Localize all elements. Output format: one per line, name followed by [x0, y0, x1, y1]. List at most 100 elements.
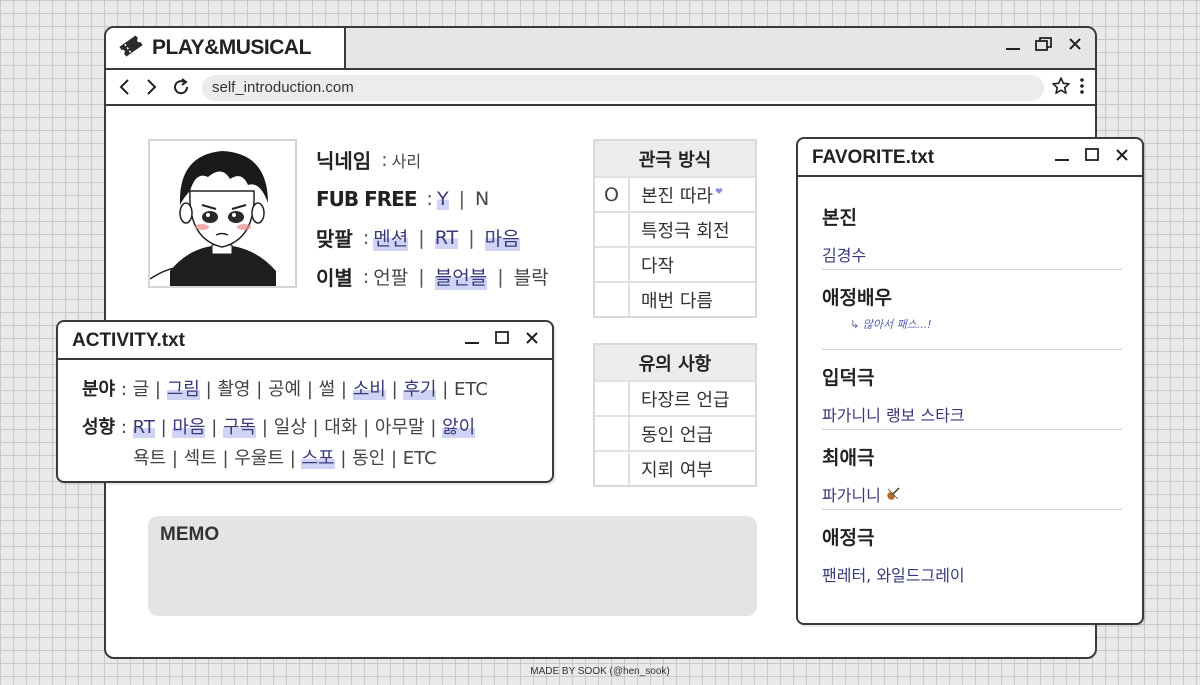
farewell-row: 이별 : 언팔 | 블언블 | 블락: [316, 257, 549, 296]
favorite-title: FAVORITE.txt: [812, 147, 935, 168]
field-row: 분야 : 글 | 그림 | 촬영 | 공예 | 썰 | 소비 | 후기 | ET…: [82, 379, 488, 400]
heart-icon: [715, 179, 723, 200]
follow-label: 맞팔: [316, 227, 353, 251]
row-mark: [595, 283, 630, 316]
best-value: 파가니니: [822, 486, 881, 505]
table-row: O 본진 따라: [595, 176, 755, 211]
nav-buttons: [118, 76, 192, 102]
separator: :: [356, 265, 370, 288]
close-icon[interactable]: [524, 330, 540, 350]
divider: [822, 349, 1122, 350]
field-item: 그림: [166, 379, 200, 400]
row-text: 본진 따라: [630, 178, 755, 211]
activity-window: ACTIVITY.txt 분야 : 글 | 그림 | 촬영 | 공예 | 썰 |…: [56, 320, 554, 483]
field-item: 소비: [352, 379, 386, 400]
tab-title: PLAY&MUSICAL: [152, 36, 311, 59]
table-row: 특정극 회전: [595, 211, 755, 246]
footer-credit: MADE BY SOOK (@hen_sook): [530, 666, 670, 677]
table-row: 지뢰 여부: [595, 450, 755, 485]
row-text: 동인 언급: [641, 424, 713, 446]
memo-box[interactable]: MEMO: [148, 516, 757, 616]
farewell-opt-block: 블락: [513, 267, 549, 289]
nickname-label: 닉네임: [316, 149, 372, 173]
fub-yes: Y: [436, 187, 449, 210]
row-mark: [595, 382, 630, 415]
activity-title: ACTIVITY.txt: [72, 330, 185, 351]
loved-section: 애정극 팬레터, 와일드그레이: [822, 523, 1122, 586]
tendency-item: RT: [132, 417, 155, 438]
tendency-item: ETC: [402, 448, 437, 469]
minimize-icon[interactable]: [1054, 147, 1070, 167]
follow-opt-mention: 멘션: [373, 224, 409, 251]
entry-value: 파가니니 랭보 스타크: [822, 406, 965, 425]
more-menu-icon[interactable]: [1079, 76, 1085, 100]
farewell-opt-softblock: 블언블: [434, 263, 488, 290]
forward-icon[interactable]: [144, 76, 158, 102]
close-icon[interactable]: [1114, 147, 1130, 167]
separator: |: [462, 226, 481, 249]
back-icon[interactable]: [118, 76, 132, 102]
separator: :: [375, 148, 388, 171]
row-text: 다작: [641, 255, 675, 277]
separator: :: [356, 226, 370, 249]
row-text: 매번 다름: [641, 290, 713, 312]
bonjin-value: 김경수: [822, 246, 867, 265]
window-controls: [1005, 36, 1083, 56]
tendency-row-2: 욕트 | 섹트 | 우울트 | 스포 | 동인 | ETC: [133, 448, 437, 469]
field-label: 분야: [82, 379, 116, 400]
divider: [822, 509, 1122, 510]
minimize-icon[interactable]: [1005, 36, 1021, 56]
maximize-icon[interactable]: [494, 330, 510, 350]
loved-label: 애정극: [822, 527, 875, 549]
actor-note-text: 많아서 패스...!: [862, 318, 932, 331]
entry-section: 입덕극 파가니니 랭보 스타크: [822, 363, 1122, 426]
restore-icon[interactable]: [1035, 36, 1053, 56]
browser-tab[interactable]: PLAY&MUSICAL: [106, 28, 346, 68]
fub-label: FUB FREE: [316, 186, 417, 211]
table-row: 동인 언급: [595, 415, 755, 450]
tendency-item: 섹트: [183, 448, 217, 469]
favorite-title-bar: FAVORITE.txt: [798, 139, 1142, 177]
arrow-icon: ↳: [850, 318, 860, 331]
actor-label: 애정배우: [822, 287, 892, 309]
reload-icon[interactable]: [170, 76, 192, 102]
nickname-row: 닉네임 : 사리: [316, 140, 549, 179]
tendency-item: 마음: [172, 417, 206, 438]
violin-icon: [886, 486, 900, 505]
field-item: 글: [132, 379, 150, 400]
url-field[interactable]: self_introduction.com: [202, 75, 1044, 101]
row-mark: [595, 213, 630, 246]
bookmark-star-icon[interactable]: [1051, 76, 1071, 100]
follow-opt-rt: RT: [434, 226, 459, 249]
row-text: 타장르 언급: [641, 389, 730, 411]
divider: [822, 269, 1122, 270]
tendency-item: 구독: [223, 417, 257, 438]
tendency-item: 아무말: [374, 417, 425, 438]
close-icon[interactable]: [1067, 36, 1083, 56]
address-actions: [1051, 76, 1085, 100]
table-row: 타장르 언급: [595, 380, 755, 415]
caution-table: 유의 사항 타장르 언급 동인 언급 지뢰 여부: [593, 343, 757, 487]
ticket-icon: [118, 34, 144, 62]
farewell-label: 이별: [316, 266, 353, 290]
loved-value: 팬레터, 와일드그레이: [822, 566, 965, 585]
separator: |: [412, 226, 431, 249]
tendency-item: 동인: [352, 448, 386, 469]
follow-opt-heart: 마음: [484, 224, 520, 251]
title-bar: PLAY&MUSICAL: [106, 28, 1095, 68]
tendency-item: 스포: [301, 448, 335, 469]
row-mark: [595, 417, 630, 450]
bonjin-label: 본진: [822, 207, 857, 229]
table-row: 매번 다름: [595, 281, 755, 316]
nickname-value: 사리: [391, 151, 422, 171]
minimize-icon[interactable]: [464, 330, 480, 350]
separator: |: [412, 265, 431, 288]
window-controls: [464, 330, 540, 350]
memo-title: MEMO: [160, 524, 220, 545]
tendency-label: 성향: [82, 417, 116, 438]
field-item: ETC: [454, 379, 488, 400]
separator: |: [452, 187, 472, 210]
activity-title-bar: ACTIVITY.txt: [58, 322, 552, 360]
actor-note: ↳ 많아서 패스...!: [850, 316, 1122, 332]
maximize-icon[interactable]: [1084, 147, 1100, 167]
